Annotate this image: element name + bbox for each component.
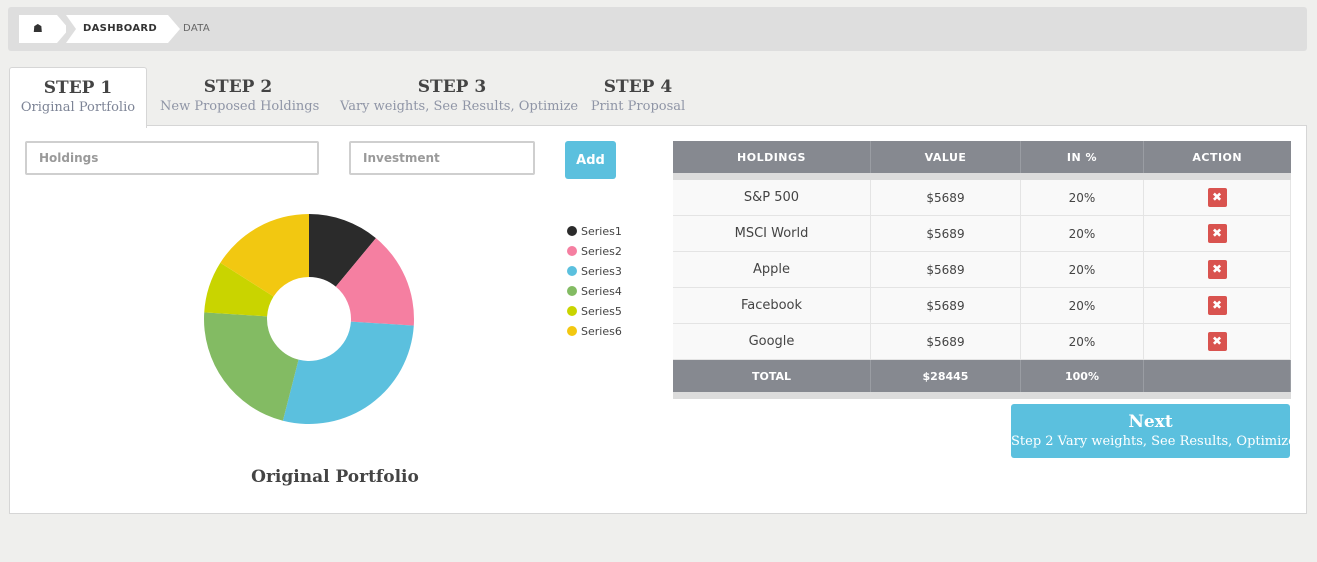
total-value: $28445: [870, 359, 1021, 392]
close-icon[interactable]: ✖: [1207, 296, 1227, 315]
next-button-title: Next: [1128, 412, 1173, 432]
close-icon[interactable]: ✖: [1207, 260, 1227, 279]
holding-value: $5689: [870, 287, 1021, 324]
close-icon[interactable]: ✖: [1207, 188, 1227, 207]
holding-action: ✖: [1143, 215, 1291, 252]
legend-label: Series1: [581, 225, 622, 238]
legend-item: Series1: [567, 222, 622, 242]
holding-name: MSCI World: [673, 215, 871, 252]
holding-action: ✖: [1143, 180, 1291, 216]
tab-step-3-label: Vary weights, See Results, Optimize: [340, 99, 579, 114]
tab-step-4[interactable]: STEP 4 Print Proposal: [590, 67, 686, 125]
breadcrumb-dashboard[interactable]: DASHBOARD: [66, 15, 180, 43]
holding-value: $5689: [870, 180, 1021, 216]
tab-step-4-title: STEP 4: [603, 77, 673, 97]
tab-step-2[interactable]: STEP 2 New Proposed Holdings: [160, 67, 320, 125]
holdings-input[interactable]: [25, 141, 319, 175]
step-panel: Add Series1Series2Series3Series4Series5S…: [9, 125, 1307, 514]
total-label: TOTAL: [673, 359, 871, 392]
holding-action: ✖: [1143, 323, 1291, 360]
holding-percent: 20%: [1020, 251, 1144, 288]
tab-step-3[interactable]: STEP 3 Vary weights, See Results, Optimi…: [340, 67, 579, 125]
home-icon: ☗: [32, 22, 44, 35]
holdings-table: HOLDINGS VALUE IN % ACTION S&P 500 $5689 2…: [673, 141, 1291, 399]
tab-step-4-label: Print Proposal: [590, 99, 686, 114]
table-row: MSCI World $5689 20% ✖: [673, 215, 1291, 252]
breadcrumb-home[interactable]: ☗: [19, 15, 69, 43]
pie-slice-3: [282, 321, 414, 424]
legend-item: Series2: [567, 242, 622, 262]
holding-name: S&P 500: [673, 180, 871, 216]
col-holdings: HOLDINGS: [673, 141, 871, 173]
tab-step-3-title: STEP 3: [417, 77, 487, 97]
legend-label: Series5: [581, 305, 622, 318]
holding-action: ✖: [1143, 287, 1291, 324]
table-total-row: TOTAL $28445 100%: [673, 359, 1291, 392]
portfolio-donut-chart: [204, 214, 414, 424]
legend-swatch: [567, 226, 577, 236]
chart-title: Original Portfolio: [251, 467, 419, 487]
tab-step-1-label: Original Portfolio: [20, 100, 136, 115]
col-action: ACTION: [1143, 141, 1291, 173]
table-row: Facebook $5689 20% ✖: [673, 287, 1291, 324]
close-icon[interactable]: ✖: [1207, 224, 1227, 243]
breadcrumb: ☗ DASHBOARD DATA: [8, 7, 1307, 51]
col-value: VALUE: [870, 141, 1021, 173]
close-icon[interactable]: ✖: [1207, 332, 1227, 351]
legend-item: Series5: [567, 302, 622, 322]
legend-item: Series4: [567, 282, 622, 302]
legend-item: Series6: [567, 322, 622, 342]
legend-swatch: [567, 326, 577, 336]
holding-percent: 20%: [1020, 215, 1144, 252]
holding-action: ✖: [1143, 251, 1291, 288]
legend-label: Series4: [581, 285, 622, 298]
holding-percent: 20%: [1020, 323, 1144, 360]
holding-value: $5689: [870, 323, 1021, 360]
next-button-subtitle: Step 2 Vary weights, See Results, Optimi…: [1011, 434, 1296, 449]
tab-step-2-label: New Proposed Holdings: [160, 99, 320, 114]
holding-percent: 20%: [1020, 180, 1144, 216]
holding-name: Facebook: [673, 287, 871, 324]
holding-name: Google: [673, 323, 871, 360]
total-action: [1143, 359, 1291, 392]
legend-label: Series3: [581, 265, 622, 278]
legend-swatch: [567, 266, 577, 276]
table-row: Google $5689 20% ✖: [673, 323, 1291, 360]
col-percent: IN %: [1020, 141, 1144, 173]
legend-swatch: [567, 286, 577, 296]
tab-step-1-title: STEP 1: [43, 78, 113, 98]
investment-input[interactable]: [349, 141, 535, 175]
next-button[interactable]: Next Step 2 Vary weights, See Results, O…: [1011, 404, 1296, 458]
total-percent: 100%: [1020, 359, 1144, 392]
table-row: S&P 500 $5689 20% ✖: [673, 180, 1291, 216]
holding-value: $5689: [870, 251, 1021, 288]
holding-value: $5689: [870, 215, 1021, 252]
legend-label: Series2: [581, 245, 622, 258]
pie-slice-4: [204, 312, 299, 421]
tab-step-1[interactable]: STEP 1 Original Portfolio: [9, 67, 147, 128]
table-row: Apple $5689 20% ✖: [673, 251, 1291, 288]
add-button[interactable]: Add: [565, 141, 616, 179]
legend-swatch: [567, 306, 577, 316]
breadcrumb-data: DATA: [183, 23, 210, 34]
legend-label: Series6: [581, 325, 622, 338]
tab-step-2-title: STEP 2: [203, 77, 273, 97]
holding-percent: 20%: [1020, 287, 1144, 324]
holding-name: Apple: [673, 251, 871, 288]
legend-item: Series3: [567, 262, 622, 282]
legend-swatch: [567, 246, 577, 256]
chart-legend: Series1 Series2 Series3 Series4 Series5 Serie…: [567, 222, 622, 342]
